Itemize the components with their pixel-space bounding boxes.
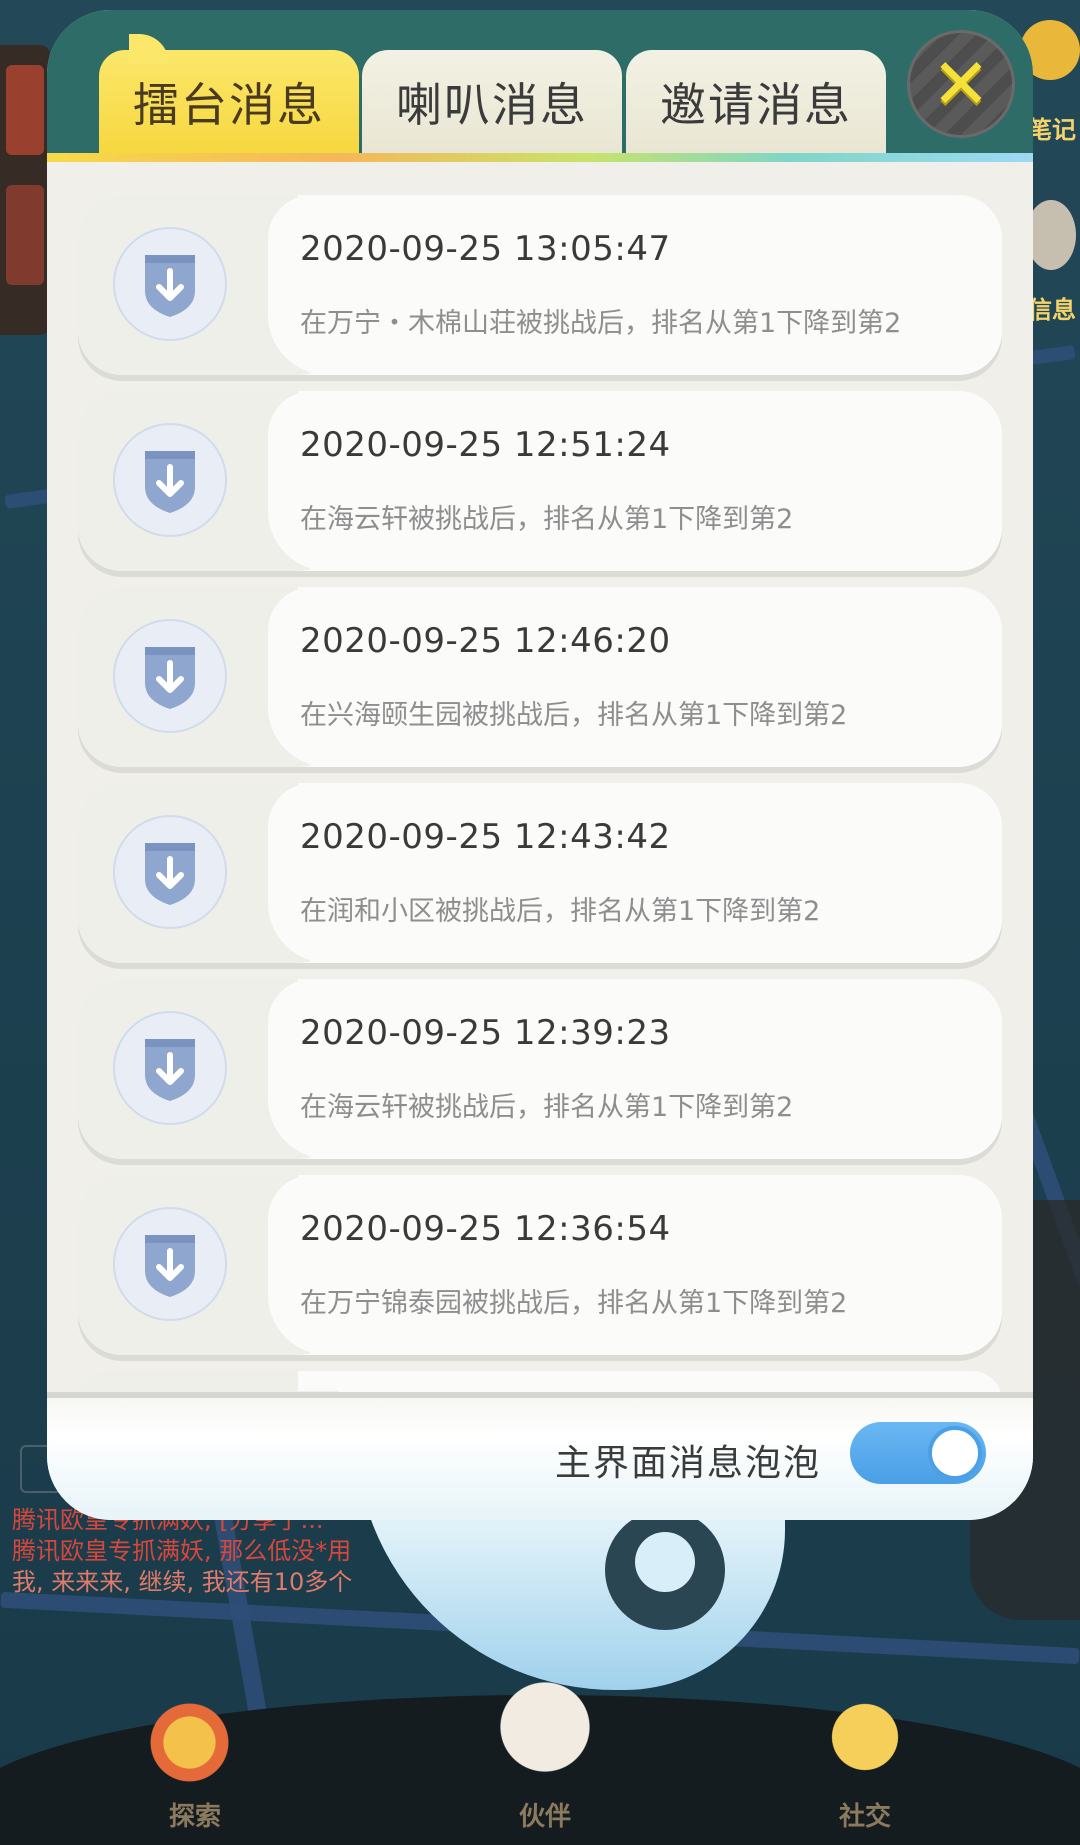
arena-message-list[interactable]: 2020-09-25 13:05:47 在万宁・木棉山荘被挑战后，排名从第1下降…	[47, 162, 1033, 1392]
list-item[interactable]: 2020-09-25 12:39:23 在海云轩被挑战后，排名从第1下降到第2	[78, 979, 1002, 1159]
item-icon-panel	[78, 1371, 338, 1392]
item-card	[268, 195, 1002, 375]
rank-down-shield-icon	[113, 423, 227, 537]
nav-explore-label: 探索	[168, 1802, 221, 1832]
social-icon	[810, 1682, 920, 1792]
list-item[interactable]: 2020-09-25 12:36:54 在万宁锦泰园被挑战后，排名从第1下降到第…	[78, 1175, 1002, 1355]
message-text: 在海云轩被挑战后，排名从第1下降到第2	[300, 1092, 794, 1123]
message-dialog: 擂台消息 喇叭消息 邀请消息 ✕ 2020-09-25 13:05:47 在万宁…	[47, 10, 1033, 1520]
nav-explore[interactable]: 探索	[140, 1682, 250, 1833]
list-item[interactable]: 2020-09-25 12:46:20 在兴海颐生园被挑战后，排名从第1下降到第…	[78, 587, 1002, 767]
list-item[interactable]	[78, 1371, 1002, 1392]
rank-down-shield-icon	[113, 619, 227, 733]
header-rainbow-divider	[47, 153, 1033, 162]
info-icon	[1026, 200, 1076, 270]
message-time: 2020-09-25 12:39:23	[300, 1013, 671, 1053]
rank-down-shield-icon	[113, 227, 227, 341]
item-card	[268, 1175, 1002, 1355]
rank-down-shield-icon	[113, 1207, 227, 1321]
tab-invite-messages[interactable]: 邀请消息	[626, 50, 886, 162]
explore-icon	[140, 1682, 250, 1792]
nav-social-label: 社交	[838, 1802, 891, 1832]
close-x-icon: ✕	[931, 43, 991, 125]
message-bubble-label: 主界面消息泡泡	[555, 1443, 822, 1484]
notes-label: 笔记	[1028, 116, 1076, 144]
message-text: 在海云轩被挑战后，排名从第1下降到第2	[300, 504, 794, 535]
list-item[interactable]: 2020-09-25 12:51:24 在海云轩被挑战后，排名从第1下降到第2	[78, 391, 1002, 571]
message-time: 2020-09-25 12:51:24	[300, 425, 671, 465]
item-card	[268, 979, 1002, 1159]
message-time: 2020-09-25 12:43:42	[300, 817, 671, 857]
tab-horn-messages[interactable]: 喇叭消息	[362, 50, 622, 162]
message-text: 在万宁锦泰园被挑战后，排名从第1下降到第2	[300, 1288, 848, 1319]
close-button[interactable]: ✕	[907, 30, 1015, 138]
activity-icon[interactable]	[6, 185, 44, 285]
item-card	[268, 783, 1002, 963]
dialog-footer: 主界面消息泡泡	[47, 1392, 1033, 1520]
message-bubble-toggle[interactable]	[850, 1422, 986, 1484]
swirl-decoration	[605, 1510, 725, 1630]
activity-icon[interactable]	[6, 65, 44, 155]
info-label: 信息	[1028, 296, 1076, 324]
left-activity-icons[interactable]	[0, 45, 50, 335]
list-item[interactable]: 2020-09-25 12:43:42 在润和小区被挑战后，排名从第1下降到第2	[78, 783, 1002, 963]
rank-down-shield-icon	[113, 1011, 227, 1125]
message-time: 2020-09-25 12:46:20	[300, 621, 671, 661]
item-card	[268, 391, 1002, 571]
message-text: 在万宁・木棉山荘被挑战后，排名从第1下降到第2	[300, 308, 902, 339]
nav-social[interactable]: 社交	[810, 1682, 920, 1833]
rank-down-shield-icon	[113, 815, 227, 929]
list-item[interactable]: 2020-09-25 13:05:47 在万宁・木棉山荘被挑战后，排名从第1下降…	[78, 195, 1002, 375]
tab-arena-messages[interactable]: 擂台消息	[99, 34, 359, 162]
toggle-knob	[928, 1426, 982, 1480]
dialog-header: 擂台消息 喇叭消息 邀请消息 ✕	[47, 10, 1033, 162]
message-time: 2020-09-25 13:05:47	[300, 229, 671, 269]
message-text: 在兴海颐生园被挑战后，排名从第1下降到第2	[300, 700, 848, 731]
item-card	[268, 587, 1002, 767]
message-text: 在润和小区被挑战后，排名从第1下降到第2	[300, 896, 821, 927]
message-time: 2020-09-25 12:36:54	[300, 1209, 671, 1249]
nav-partner-label: 伙伴	[518, 1802, 571, 1832]
